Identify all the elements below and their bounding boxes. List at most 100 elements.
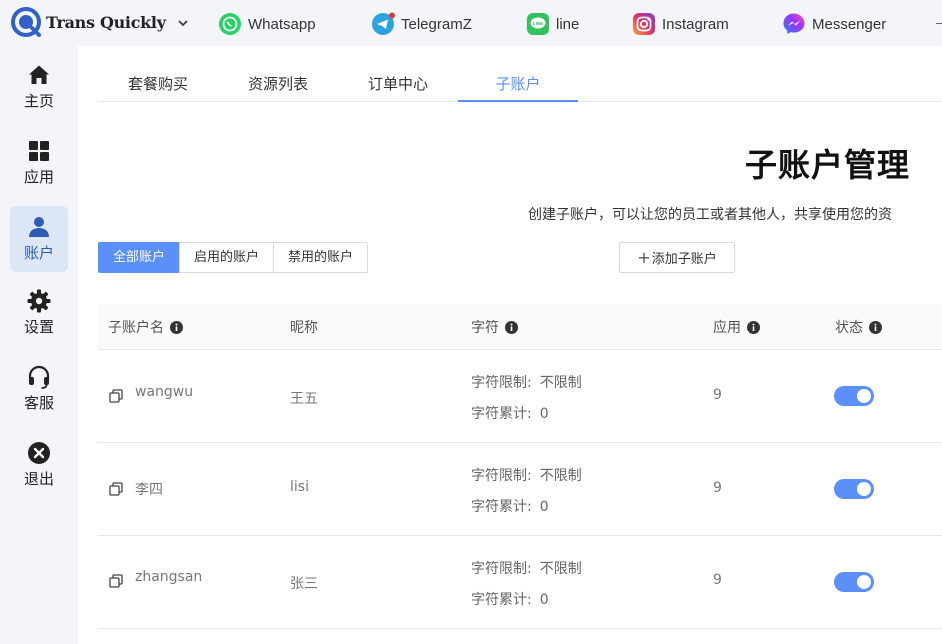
char-total: 字符累计: 0	[471, 496, 549, 516]
column-header-label: 子账户名	[108, 320, 164, 336]
app-tab-label: Whatsapp	[248, 15, 316, 33]
info-icon[interactable]	[170, 320, 183, 334]
svg-text:LINE: LINE	[533, 21, 543, 26]
app-count: 9	[713, 572, 722, 588]
sidebar-item-label: 退出	[23, 470, 54, 488]
page-title: 子账户管理	[745, 146, 911, 184]
char-limit: 字符限制: 不限制	[471, 465, 582, 485]
plus-icon: +	[637, 248, 651, 267]
sidebar-item-label: 账户	[23, 244, 54, 262]
sidebar-item-support[interactable]: 客服	[10, 356, 68, 422]
char-limit-value: 不限制	[539, 375, 582, 391]
tab-sub-account[interactable]: 子账户	[458, 66, 578, 102]
whatsapp-icon	[219, 13, 241, 35]
column-header-label: 字符	[471, 320, 499, 336]
app-tab-label: Instagram	[662, 15, 729, 33]
tab-resource-list[interactable]: 资源列表	[218, 66, 338, 102]
messenger-icon	[783, 13, 805, 34]
line-icon: LINE	[527, 13, 549, 35]
char-limit-value: 不限制	[539, 468, 582, 484]
app-count: 9	[713, 387, 722, 403]
chevron-down-icon[interactable]	[176, 16, 190, 30]
tab-bar: 套餐购买 资源列表 订单中心 子账户	[98, 66, 942, 102]
app-tab-label: line	[556, 15, 580, 33]
copy-icon[interactable]	[109, 574, 123, 588]
char-total-value: 0	[539, 592, 549, 608]
add-sub-account-button[interactable]: + 添加子账户	[619, 242, 735, 273]
info-icon[interactable]	[505, 320, 518, 334]
char-total-label: 字符累计:	[471, 592, 532, 608]
instagram-icon	[633, 13, 655, 35]
tab-package-purchase[interactable]: 套餐购买	[98, 66, 218, 102]
sidebar-item-label: 应用	[23, 168, 54, 186]
app-tab-telegram[interactable]: TelegramZ	[371, 11, 472, 37]
sidebar-item-label: 客服	[23, 394, 54, 412]
account-name: 李四	[135, 482, 163, 498]
brand-name: Trans Quickly	[46, 12, 166, 32]
app-tab-whatsapp[interactable]: Whatsapp	[218, 11, 316, 37]
page-description: 创建子账户，可以让您的员工或者其他人，共享使用您的资	[528, 207, 892, 223]
account-filter: 全部账户 启用的账户 禁用的账户	[98, 242, 369, 273]
tab-order-center[interactable]: 订单中心	[338, 66, 458, 102]
status-toggle[interactable]	[834, 572, 874, 592]
sidebar-item-account[interactable]: 账户	[10, 206, 68, 272]
telegram-icon	[372, 12, 395, 35]
sidebar-item-label: 设置	[23, 318, 54, 336]
headset-icon	[28, 365, 50, 389]
char-total-value: 0	[539, 499, 549, 515]
apps-grid-icon	[29, 141, 49, 161]
column-header-label: 应用	[713, 320, 741, 336]
app-tab-label: TelegramZ	[401, 15, 472, 33]
column-header-name: 子账户名	[108, 304, 183, 350]
filter-enabled-accounts[interactable]: 启用的账户	[179, 242, 275, 273]
home-icon	[29, 65, 49, 84]
app-tab-messenger[interactable]: Messenger	[782, 11, 886, 37]
table-row: 李四 lisi 字符限制: 不限制 字符累计: 0 9	[98, 443, 942, 536]
char-total-value: 0	[539, 406, 549, 422]
brand[interactable]: Trans Quickly	[10, 6, 166, 38]
char-limit: 字符限制: 不限制	[471, 372, 582, 392]
app-count: 9	[713, 480, 722, 496]
more-indicator	[936, 23, 942, 24]
table-header: 子账户名 昵称 字符 应用 状态	[98, 304, 942, 350]
user-icon	[29, 217, 49, 237]
sidebar-item-settings[interactable]: 设置	[10, 280, 68, 346]
sidebar-item-logout[interactable]: 退出	[10, 432, 68, 498]
account-nickname: 王五	[290, 391, 318, 407]
table-row: zhangsan 张三 字符限制: 不限制 字符累计: 0 9	[98, 536, 942, 629]
copy-icon[interactable]	[109, 482, 123, 496]
column-header-label: 昵称	[290, 320, 318, 336]
column-header-status: 状态	[835, 304, 882, 350]
char-limit-label: 字符限制:	[471, 468, 532, 484]
char-total-label: 字符累计:	[471, 406, 532, 422]
filter-all-accounts[interactable]: 全部账户	[98, 242, 181, 273]
logout-icon	[28, 442, 50, 464]
copy-icon[interactable]	[109, 389, 123, 403]
char-limit-label: 字符限制:	[471, 375, 532, 391]
toggle-knob	[857, 575, 871, 589]
char-limit-value: 不限制	[539, 561, 582, 577]
char-limit: 字符限制: 不限制	[471, 558, 582, 578]
char-total: 字符累计: 0	[471, 403, 549, 423]
add-sub-account-label: 添加子账户	[651, 252, 717, 267]
gear-icon	[27, 289, 51, 313]
sidebar-item-home[interactable]: 主页	[10, 54, 68, 120]
toggle-knob	[857, 482, 871, 496]
account-name: wangwu	[135, 384, 194, 400]
column-header-label: 状态	[835, 320, 863, 336]
account-name: zhangsan	[135, 569, 203, 585]
status-toggle[interactable]	[834, 386, 874, 406]
account-nickname: 张三	[290, 576, 318, 592]
char-total-label: 字符累计:	[471, 499, 532, 515]
char-limit-label: 字符限制:	[471, 561, 532, 577]
toggle-knob	[857, 389, 871, 403]
info-icon[interactable]	[869, 320, 882, 334]
app-tab-instagram[interactable]: Instagram	[632, 11, 729, 37]
app-tab-line[interactable]: LINE line	[526, 11, 579, 37]
sidebar-item-label: 主页	[23, 92, 54, 110]
filter-disabled-accounts[interactable]: 禁用的账户	[273, 242, 369, 273]
info-icon[interactable]	[747, 320, 760, 334]
status-toggle[interactable]	[834, 479, 874, 499]
top-bar: Trans Quickly Whatsapp TelegramZ LINE li…	[0, 0, 942, 46]
sidebar-item-apps[interactable]: 应用	[10, 130, 68, 196]
